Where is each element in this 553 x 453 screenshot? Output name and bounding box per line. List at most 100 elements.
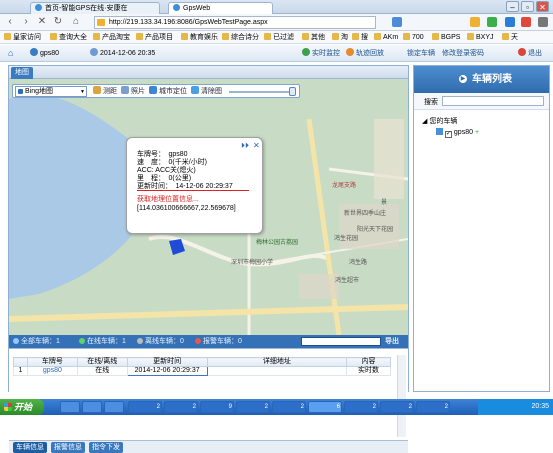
- taskbar-app-active[interactable]: 6: [308, 401, 342, 413]
- bookmark-item[interactable]: BXYJ: [467, 32, 494, 43]
- bookmark-item[interactable]: 综合诗分: [222, 32, 259, 43]
- column-header[interactable]: 车牌号: [26, 357, 78, 367]
- maximize-button[interactable]: ▫: [521, 1, 534, 12]
- vehicle-list-header: ▶ 车辆列表: [414, 66, 549, 93]
- taskbar-app[interactable]: 2: [344, 401, 378, 413]
- bookmark-item[interactable]: 产品项目: [136, 32, 173, 43]
- extension-icon[interactable]: [487, 17, 497, 27]
- map-label: 新世界四季山庄: [344, 211, 387, 217]
- tab-alarm-info[interactable]: 报警信息: [51, 442, 85, 453]
- zoom-slider-handle[interactable]: [289, 87, 296, 96]
- taskbar-app[interactable]: [60, 401, 80, 413]
- bookmark-item[interactable]: AKm: [374, 32, 398, 43]
- taskbar-app[interactable]: 2: [236, 401, 270, 413]
- track-playback-link[interactable]: 轨迹回放: [346, 48, 384, 59]
- status-search-input[interactable]: [301, 337, 381, 346]
- bookmark-item[interactable]: 皇家访问: [4, 32, 41, 43]
- photo-tool[interactable]: 照片: [121, 86, 145, 97]
- taskbar-app[interactable]: 2: [380, 401, 414, 413]
- map-view[interactable]: 龙尾支路 新世界四季山庄 梅林公园古荔园 鸿生花园 阳光天下花园 深圳市梅园小学…: [9, 79, 408, 335]
- row-plate[interactable]: gps80: [26, 366, 78, 376]
- tree-group[interactable]: ◢ 您的车辆: [422, 117, 457, 126]
- url-input[interactable]: http://219.133.34.196:8086/GpsWebTestPag…: [94, 16, 376, 29]
- logout-link[interactable]: 退出: [518, 48, 542, 59]
- tab-vehicle-info[interactable]: 车辆信息: [13, 442, 47, 453]
- vehicle-search-input[interactable]: [442, 96, 544, 106]
- taskbar-app[interactable]: 2: [272, 401, 306, 413]
- export-button[interactable]: 导出: [385, 337, 399, 346]
- taskbar-app[interactable]: 2: [416, 401, 450, 413]
- browser-tab-gpsweb[interactable]: GpsWeb: [168, 2, 273, 14]
- column-header[interactable]: [13, 357, 28, 367]
- home-icon[interactable]: ⌂: [8, 48, 13, 59]
- taskbar-app[interactable]: [82, 401, 102, 413]
- refresh-icon[interactable]: ↻: [52, 16, 64, 28]
- tab-command-send[interactable]: 指令下发: [89, 442, 123, 453]
- table-scrollbar[interactable]: [397, 355, 406, 437]
- tab-label: 首页-智能GPS在线·安康在: [45, 5, 128, 12]
- column-header[interactable]: 内容: [346, 357, 391, 367]
- vehicle-checkbox[interactable]: ✓: [444, 131, 452, 138]
- taskbar-app[interactable]: 9: [200, 401, 234, 413]
- popup-mileage: 里 程： 0(公里): [137, 175, 192, 182]
- add-icon[interactable]: +: [475, 129, 479, 136]
- bookmark-item[interactable]: 教育娱乐: [181, 32, 218, 43]
- city-locate-tool[interactable]: 城市定位: [149, 86, 187, 97]
- alarm-vehicles-count: 报警车辆：0: [195, 337, 242, 346]
- online-vehicles-count: 在线车辆：1: [79, 337, 126, 346]
- taskbar-app[interactable]: 2: [164, 401, 198, 413]
- ie-mode-icon[interactable]: [392, 17, 402, 27]
- bookmark-item[interactable]: 700: [403, 32, 424, 43]
- popup-speed: 速 度： 0(千米/小时): [137, 159, 207, 166]
- vehicle-table: 车牌号 在线/离线 更新时间 详细地址 内容 1 gps80 在线 2014-1…: [13, 357, 391, 376]
- back-icon[interactable]: ‹: [4, 16, 16, 28]
- column-header[interactable]: 在线/离线: [76, 357, 128, 367]
- minimize-button[interactable]: –: [506, 1, 519, 12]
- column-header[interactable]: 详细地址: [206, 357, 348, 367]
- forward-icon[interactable]: ›: [20, 16, 32, 28]
- expand-icon[interactable]: ⏵⏵: [241, 142, 249, 150]
- close-button[interactable]: ✕: [536, 1, 549, 12]
- close-page-icon[interactable]: ✕: [36, 16, 48, 28]
- change-password-link[interactable]: 修改登录密码: [442, 48, 484, 59]
- bookmark-item[interactable]: 产品淘宝: [93, 32, 130, 43]
- vehicle-search-row: 搜索: [414, 93, 549, 110]
- favorites-icon[interactable]: [470, 17, 480, 27]
- bookmark-item[interactable]: 天: [502, 32, 518, 43]
- bookmark-item[interactable]: 淘: [332, 32, 348, 43]
- row-time: 2014-12-06 20:29:37: [126, 366, 208, 376]
- table-row[interactable]: 1 gps80 在线 2014-12-06 20:29:37 实时数: [13, 366, 391, 376]
- realtime-monitor-link[interactable]: 实时监控: [302, 48, 340, 59]
- bookmark-item[interactable]: 其他: [302, 32, 325, 43]
- taskbar-app[interactable]: [104, 401, 124, 413]
- measure-tool[interactable]: 测距: [93, 86, 117, 97]
- home-icon[interactable]: ⌂: [70, 16, 82, 28]
- bookmark-item[interactable]: 已过滤: [264, 32, 294, 43]
- menu-icon[interactable]: [538, 17, 548, 27]
- zoom-slider[interactable]: [229, 91, 293, 93]
- start-button[interactable]: 开始: [0, 399, 44, 415]
- taskbar-app[interactable]: 2: [128, 401, 162, 413]
- tab-map[interactable]: 地图: [11, 67, 33, 79]
- get-location-link[interactable]: 获取地理位置信息...: [137, 196, 199, 204]
- row-status: 在线: [76, 366, 128, 376]
- expand-icon[interactable]: ◢: [422, 118, 427, 125]
- tree-vehicle-item[interactable]: ✓ gps80 +: [436, 128, 479, 138]
- search-label: 搜索: [424, 99, 438, 106]
- map-type-select[interactable]: Bing地图: [15, 86, 87, 97]
- column-header[interactable]: 更新时间: [126, 357, 208, 367]
- vehicle-label: gps80: [453, 129, 473, 136]
- bookmark-item[interactable]: 搜: [352, 32, 368, 43]
- browser-tab-home[interactable]: 首页-智能GPS在线·安康在: [30, 2, 160, 14]
- lock-vehicle-link[interactable]: 锁定车辆: [407, 48, 435, 59]
- clear-map-tool[interactable]: 清除图: [191, 86, 222, 97]
- bookmark-item[interactable]: 查询大全: [50, 32, 87, 43]
- tools-icon[interactable]: [521, 17, 531, 27]
- bookmark-item[interactable]: BGPS: [432, 32, 460, 43]
- table-header: 车牌号 在线/离线 更新时间 详细地址 内容: [13, 357, 391, 367]
- map-label: 景: [381, 200, 388, 206]
- collapse-icon[interactable]: ▶: [459, 75, 467, 83]
- close-icon[interactable]: ✕: [253, 142, 260, 150]
- map-label: 深圳市梅园小学: [231, 260, 274, 266]
- download-icon[interactable]: [505, 17, 515, 27]
